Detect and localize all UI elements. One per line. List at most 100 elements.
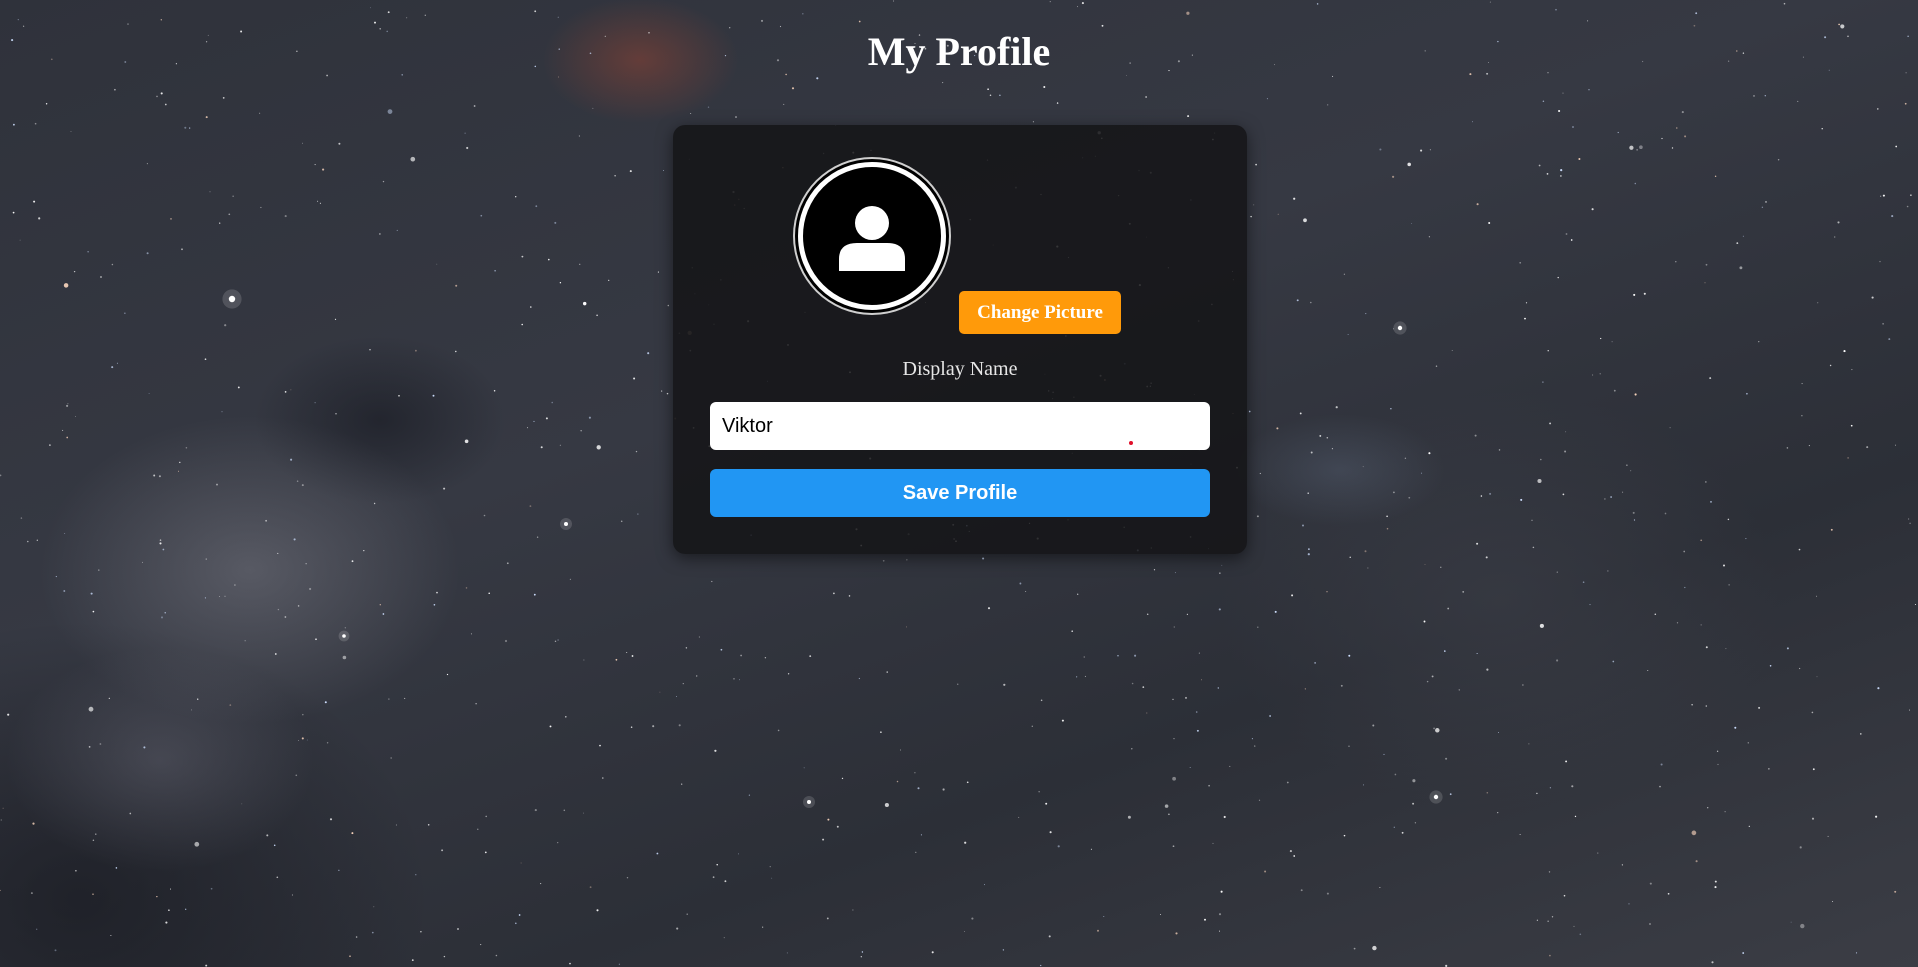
star bbox=[1363, 784, 1365, 786]
star bbox=[657, 271, 659, 273]
star bbox=[1293, 197, 1296, 200]
star bbox=[210, 887, 213, 890]
star bbox=[483, 514, 486, 517]
star bbox=[841, 777, 844, 780]
star bbox=[1040, 699, 1043, 702]
star bbox=[884, 802, 889, 808]
star bbox=[1847, 457, 1849, 459]
star bbox=[342, 655, 347, 660]
star bbox=[1579, 933, 1582, 936]
star bbox=[1256, 515, 1259, 518]
star bbox=[1908, 518, 1910, 520]
star bbox=[735, 116, 737, 118]
star bbox=[153, 474, 156, 477]
star bbox=[427, 824, 430, 826]
star bbox=[1293, 855, 1296, 857]
star bbox=[1621, 864, 1624, 866]
star bbox=[315, 638, 317, 641]
star bbox=[685, 647, 688, 649]
star bbox=[1556, 571, 1558, 573]
star bbox=[899, 749, 902, 751]
star bbox=[443, 487, 446, 490]
bright-star bbox=[1397, 325, 1403, 331]
star bbox=[1522, 684, 1524, 686]
star bbox=[204, 597, 206, 599]
star bbox=[433, 603, 436, 606]
save-profile-button[interactable]: Save Profile bbox=[710, 469, 1210, 517]
star bbox=[1002, 949, 1005, 951]
star bbox=[395, 824, 397, 826]
star bbox=[787, 673, 790, 675]
star bbox=[411, 959, 414, 961]
star bbox=[886, 671, 888, 673]
star bbox=[521, 255, 524, 258]
star bbox=[599, 744, 601, 747]
star bbox=[232, 195, 234, 197]
star bbox=[1392, 175, 1395, 178]
star bbox=[55, 576, 57, 578]
star bbox=[557, 16, 559, 18]
star bbox=[314, 402, 316, 404]
star bbox=[1716, 750, 1719, 752]
star bbox=[1649, 923, 1651, 925]
star bbox=[579, 263, 581, 265]
star bbox=[1393, 491, 1395, 494]
star bbox=[629, 170, 632, 173]
star bbox=[1769, 665, 1772, 667]
star bbox=[222, 97, 225, 99]
star bbox=[116, 362, 118, 364]
star bbox=[1676, 127, 1678, 129]
star bbox=[1643, 292, 1646, 295]
star bbox=[38, 217, 41, 220]
star bbox=[495, 954, 498, 957]
star bbox=[0, 474, 2, 477]
star bbox=[1659, 785, 1661, 788]
star bbox=[1276, 427, 1279, 430]
star bbox=[1340, 684, 1343, 687]
star bbox=[989, 94, 992, 97]
star bbox=[1669, 427, 1671, 429]
star bbox=[1364, 550, 1367, 553]
star bbox=[92, 610, 95, 613]
star bbox=[1428, 236, 1431, 238]
star bbox=[1160, 914, 1161, 915]
star bbox=[373, 906, 375, 908]
star bbox=[1219, 572, 1221, 574]
star bbox=[388, 698, 390, 700]
star bbox=[1221, 564, 1223, 566]
star bbox=[100, 276, 102, 278]
star bbox=[363, 549, 365, 552]
star bbox=[36, 928, 38, 930]
star bbox=[1549, 954, 1551, 957]
star bbox=[554, 640, 557, 643]
star bbox=[1433, 727, 1436, 730]
star bbox=[1547, 350, 1549, 352]
star bbox=[690, 112, 692, 114]
star bbox=[156, 95, 158, 98]
star bbox=[1683, 550, 1686, 553]
star bbox=[7, 713, 10, 716]
star bbox=[714, 749, 717, 752]
change-picture-button[interactable]: Change Picture bbox=[959, 291, 1121, 334]
star bbox=[415, 349, 417, 352]
star bbox=[1208, 784, 1210, 787]
star bbox=[1558, 109, 1561, 113]
star bbox=[54, 949, 57, 952]
star bbox=[1296, 299, 1299, 302]
star bbox=[583, 812, 585, 814]
star bbox=[1556, 659, 1559, 662]
star bbox=[545, 417, 548, 420]
star bbox=[536, 536, 539, 538]
star bbox=[1560, 175, 1562, 177]
star bbox=[530, 306, 532, 308]
star bbox=[1748, 825, 1750, 828]
display-name-input[interactable] bbox=[710, 402, 1210, 450]
star bbox=[527, 427, 529, 429]
star bbox=[1173, 626, 1175, 628]
star bbox=[748, 794, 751, 796]
star bbox=[351, 832, 354, 835]
star bbox=[1447, 607, 1450, 610]
star bbox=[554, 221, 557, 224]
star bbox=[533, 593, 536, 596]
star bbox=[1217, 687, 1220, 689]
